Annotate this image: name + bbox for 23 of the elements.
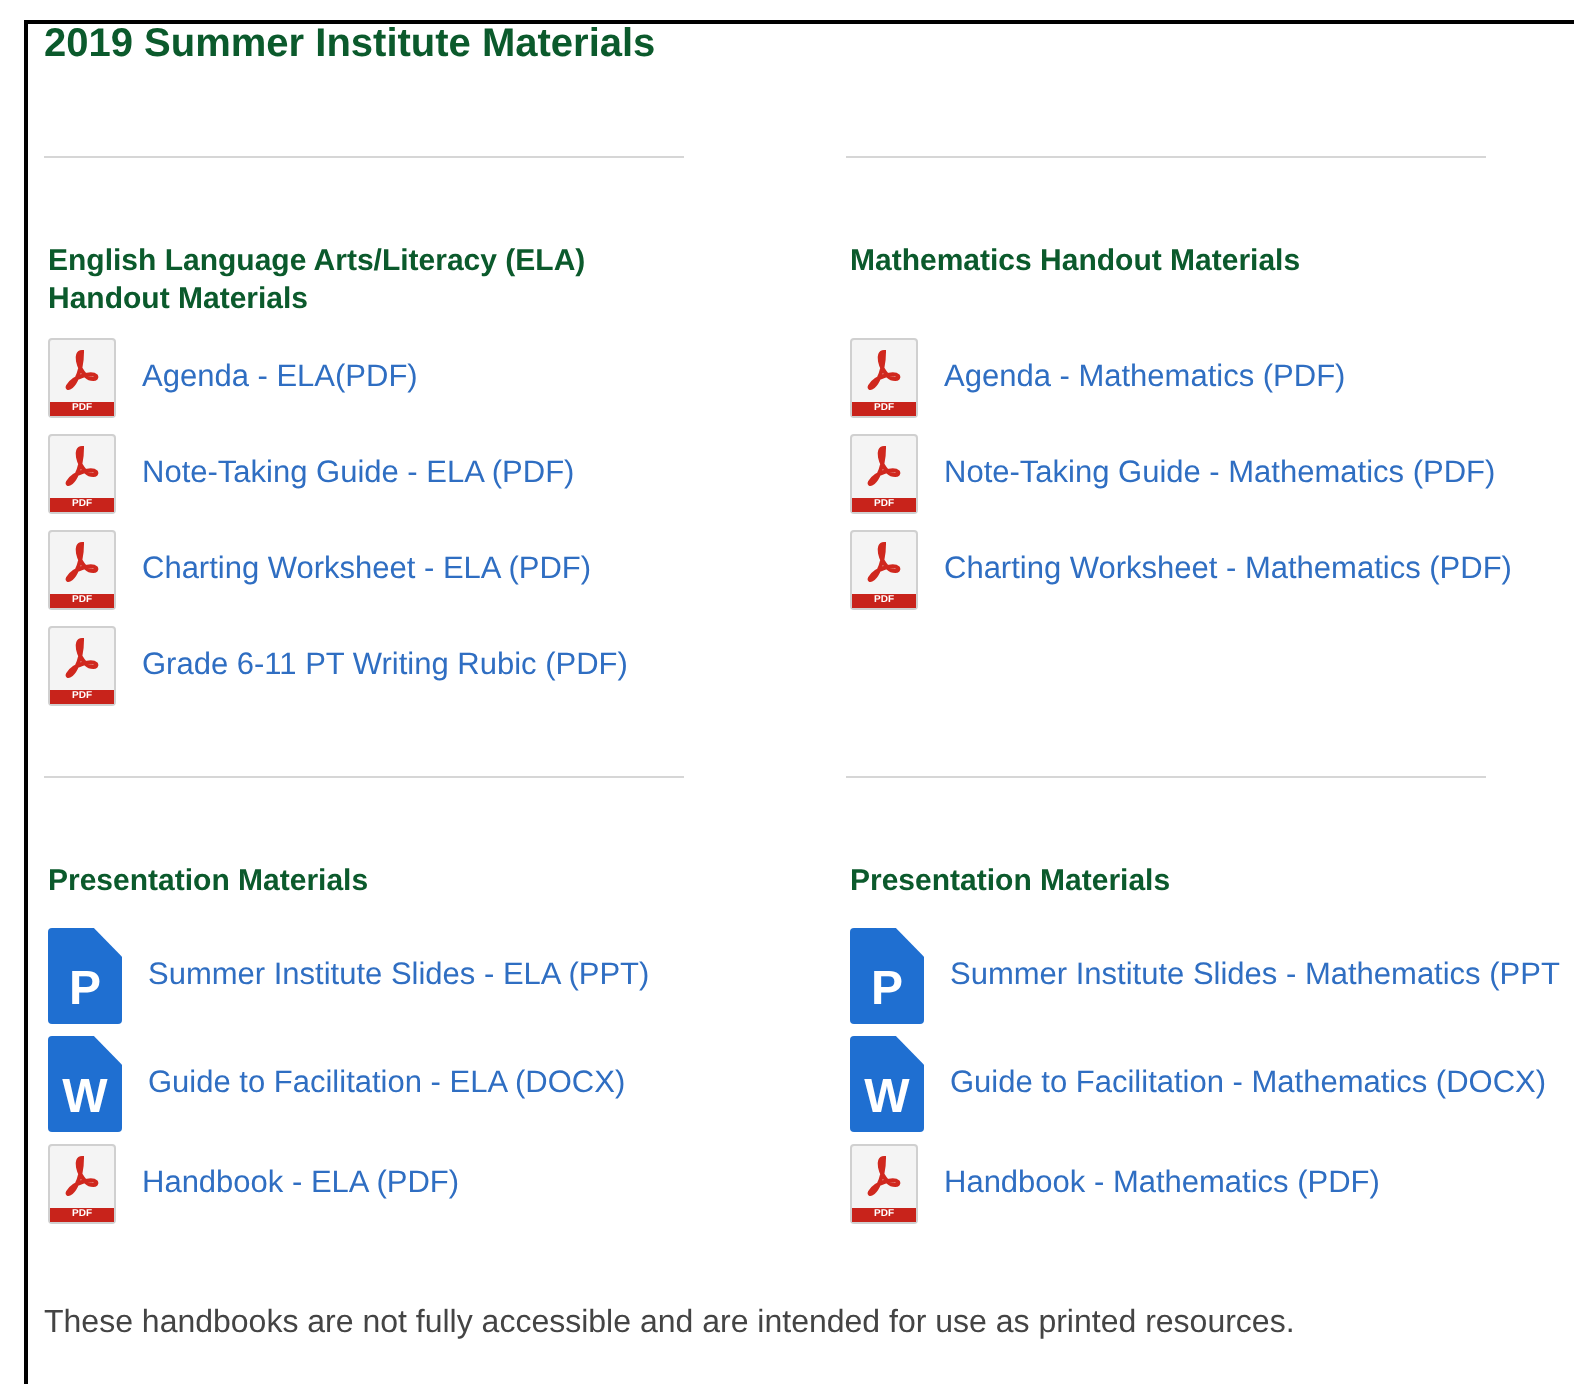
section-heading: Presentation Materials (848, 862, 1173, 900)
file-link[interactable]: Note-Taking Guide - ELA (PDF) (142, 450, 575, 498)
file-link[interactable]: Summer Institute Slides - Mathematics (PPT (950, 952, 1560, 1000)
file-link[interactable]: Note-Taking Guide - Mathematics (PDF) (944, 450, 1496, 498)
presentation-file-icon: P (48, 928, 122, 1024)
file-link[interactable]: Charting Worksheet - Mathematics (PDF) (944, 546, 1512, 594)
document-file-icon: W (850, 1036, 924, 1132)
file-link[interactable]: Summer Institute Slides - ELA (PPT) (148, 952, 650, 1000)
file-link[interactable]: Agenda - Mathematics (PDF) (944, 354, 1346, 402)
file-link[interactable]: Agenda - ELA(PDF) (142, 354, 418, 402)
file-link[interactable]: Handbook - Mathematics (PDF) (944, 1160, 1380, 1208)
presentation-file-icon: P (850, 928, 924, 1024)
page-title: 2019 Summer Institute Materials (44, 22, 658, 66)
file-link[interactable]: Charting Worksheet - ELA (PDF) (142, 546, 592, 594)
section-heading: Mathematics Handout Materials (848, 242, 1303, 282)
section-heading: Presentation Materials (46, 862, 371, 900)
accessibility-note: These handbooks are not fully accessible and are intended for use as printed resources. (44, 1304, 1297, 1344)
document-file-icon: W (48, 1036, 122, 1132)
file-link[interactable]: Grade 6-11 PT Writing Rubic (PDF) (142, 642, 628, 690)
section-heading: English Language Arts/Literacy (ELA) Handout Materials (46, 242, 588, 318)
file-link[interactable]: Guide to Facilitation - Mathematics (DOCX) (950, 1060, 1547, 1108)
file-link[interactable]: Guide to Facilitation - ELA (DOCX) (148, 1060, 626, 1108)
file-link[interactable]: Handbook - ELA (PDF) (142, 1160, 460, 1208)
